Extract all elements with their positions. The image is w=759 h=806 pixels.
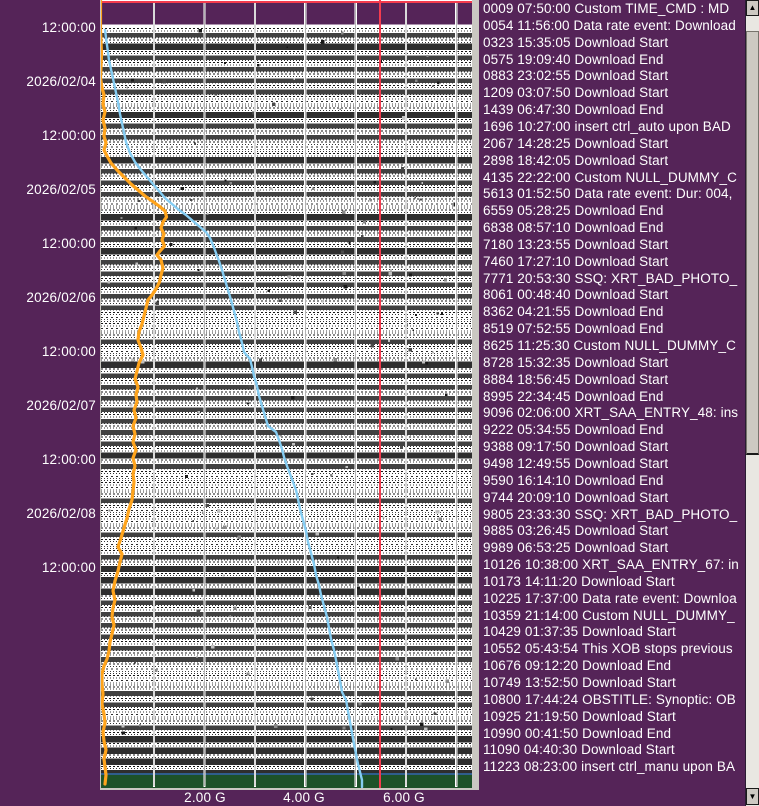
event-list-item[interactable]: 0883 23:02:55 Download Start xyxy=(483,68,744,85)
time-axis-label: 12:00:00 xyxy=(41,236,96,251)
event-list-item[interactable]: 9388 09:17:50 Download Start xyxy=(483,439,744,456)
event-list-item[interactable]: 10173 14:11:20 Download Start xyxy=(483,574,744,591)
time-axis-label: 2026/02/07 xyxy=(26,398,96,413)
time-axis-label: 12:00:00 xyxy=(41,20,96,35)
event-list-item[interactable]: 9590 16:14:10 Download End xyxy=(483,473,744,490)
event-list-item[interactable]: 8061 00:48:40 Download Start xyxy=(483,287,744,304)
tako-timeline-window: { "window": { "width": 759, "height": 80… xyxy=(0,0,759,806)
event-list-item[interactable]: 4135 22:22:00 Custom NULL_DUMMY_C xyxy=(483,170,744,187)
timeline-chart[interactable] xyxy=(100,0,479,790)
event-list-item[interactable]: 8625 11:25:30 Custom NULL_DUMMY_C xyxy=(483,338,744,355)
event-list-item[interactable]: 8362 04:21:55 Download End xyxy=(483,304,744,321)
scroll-down-button[interactable]: ▼ xyxy=(746,788,759,805)
event-list-item[interactable]: 0009 07:50:00 Custom TIME_CMD : MD xyxy=(483,1,744,18)
event-list-item[interactable]: 8884 18:56:45 Download Start xyxy=(483,372,744,389)
event-list-item[interactable]: 9989 06:53:25 Download Start xyxy=(483,540,744,557)
time-axis-label: 2026/02/06 xyxy=(26,290,96,305)
scroll-up-icon: ▲ xyxy=(748,3,757,12)
event-list-item[interactable]: 9222 05:34:55 Download End xyxy=(483,422,744,439)
event-list-item[interactable]: 6838 08:57:10 Download End xyxy=(483,220,744,237)
event-list-item[interactable]: 11223 08:23:00 insert ctrl_manu upon BA xyxy=(483,759,744,776)
event-list-item[interactable]: 10359 21:14:00 Custom NULL_DUMMY_ xyxy=(483,608,744,625)
event-list-item[interactable]: 10676 09:12:20 Download End xyxy=(483,658,744,675)
event-list-item[interactable]: 9744 20:09:10 Download Start xyxy=(483,490,744,507)
event-list-item[interactable]: 2067 14:28:25 Download Start xyxy=(483,136,744,153)
event-list-item[interactable]: 6559 05:28:25 Download End xyxy=(483,203,744,220)
event-list-item[interactable]: 10925 21:19:50 Download Start xyxy=(483,709,744,726)
event-list-item[interactable]: 9885 03:26:45 Download Start xyxy=(483,523,744,540)
time-axis-label: 2026/02/08 xyxy=(26,506,96,521)
event-list-item[interactable]: 7180 13:23:55 Download Start xyxy=(483,237,744,254)
scroll-down-icon: ▼ xyxy=(748,792,757,801)
time-axis-label: 2026/02/04 xyxy=(26,74,96,89)
event-list-item[interactable]: 7771 20:53:30 SSQ: XRT_BAD_PHOTO_ xyxy=(483,271,744,288)
timeline-chart-canvas xyxy=(100,0,479,790)
event-list-item[interactable]: 1696 10:27:00 insert ctrl_auto upon BAD xyxy=(483,119,744,136)
event-list-item[interactable]: 1439 06:47:30 Download End xyxy=(483,102,744,119)
x-axis-label: 6.00 G xyxy=(383,790,425,805)
event-list-item[interactable]: 8995 22:34:45 Download End xyxy=(483,389,744,406)
event-list-item[interactable]: 0323 15:35:05 Download Start xyxy=(483,35,744,52)
event-list-item[interactable]: 5613 01:52:50 Data rate event: Dur: 004, xyxy=(483,186,744,203)
x-axis-label: 4.00 G xyxy=(283,790,325,805)
event-list-item[interactable]: 10552 05:43:54 This XOB stops previous xyxy=(483,641,744,658)
green-volume-bar xyxy=(101,775,472,788)
green-bar-topline xyxy=(101,772,472,775)
time-axis-label: 2026/02/05 xyxy=(26,182,96,197)
event-list-item[interactable]: 10225 17:37:00 Data rate event: Downloa xyxy=(483,591,744,608)
event-list-item[interactable]: 10126 10:38:00 XRT_SAA_ENTRY_67: in xyxy=(483,557,744,574)
event-list-item[interactable]: 0054 11:56:00 Data rate event: Download xyxy=(483,18,744,35)
event-list-item[interactable]: 10749 13:52:50 Download Start xyxy=(483,675,744,692)
chart-top-strip xyxy=(101,2,472,25)
event-list-item[interactable]: 11090 04:40:30 Download Start xyxy=(483,742,744,759)
event-list-item[interactable]: 10800 17:44:24 OBSTITLE: Synoptic: OB xyxy=(483,692,744,709)
event-list-item[interactable]: 8728 15:32:35 Download Start xyxy=(483,355,744,372)
event-list-item[interactable]: 10429 01:37:35 Download Start xyxy=(483,624,744,641)
event-list-item[interactable]: 9805 23:33:30 SSQ: XRT_BAD_PHOTO_ xyxy=(483,507,744,524)
x-axis-label: 2.00 G xyxy=(184,790,226,805)
event-list-item[interactable]: 8519 07:52:55 Download End xyxy=(483,321,744,338)
event-list-item[interactable]: 9498 12:49:55 Download Start xyxy=(483,456,744,473)
scrollbar-thumb[interactable] xyxy=(746,31,759,455)
event-list-scrollbar[interactable]: ▲ ▼ xyxy=(745,0,759,806)
event-list-item[interactable]: 2898 18:42:05 Download Start xyxy=(483,153,744,170)
event-list-item[interactable]: 10990 00:41:50 Download End xyxy=(483,726,744,743)
time-axis-label: 12:00:00 xyxy=(41,344,96,359)
time-axis-label: 12:00:00 xyxy=(41,560,96,575)
red-vertical-marker-line xyxy=(378,0,382,788)
time-axis-label: 12:00:00 xyxy=(41,128,96,143)
event-list-item[interactable]: 0575 19:09:40 Download End xyxy=(483,52,744,69)
scroll-up-button[interactable]: ▲ xyxy=(746,0,759,16)
red-top-marker-line xyxy=(101,0,472,4)
time-axis-label: 12:00:00 xyxy=(41,452,96,467)
event-list-item[interactable]: 1209 03:07:50 Download Start xyxy=(483,85,744,102)
event-list-item[interactable]: 9096 02:06:00 XRT_SAA_ENTRY_48: ins xyxy=(483,405,744,422)
event-list-item[interactable]: 7460 17:27:10 Download Start xyxy=(483,254,744,271)
